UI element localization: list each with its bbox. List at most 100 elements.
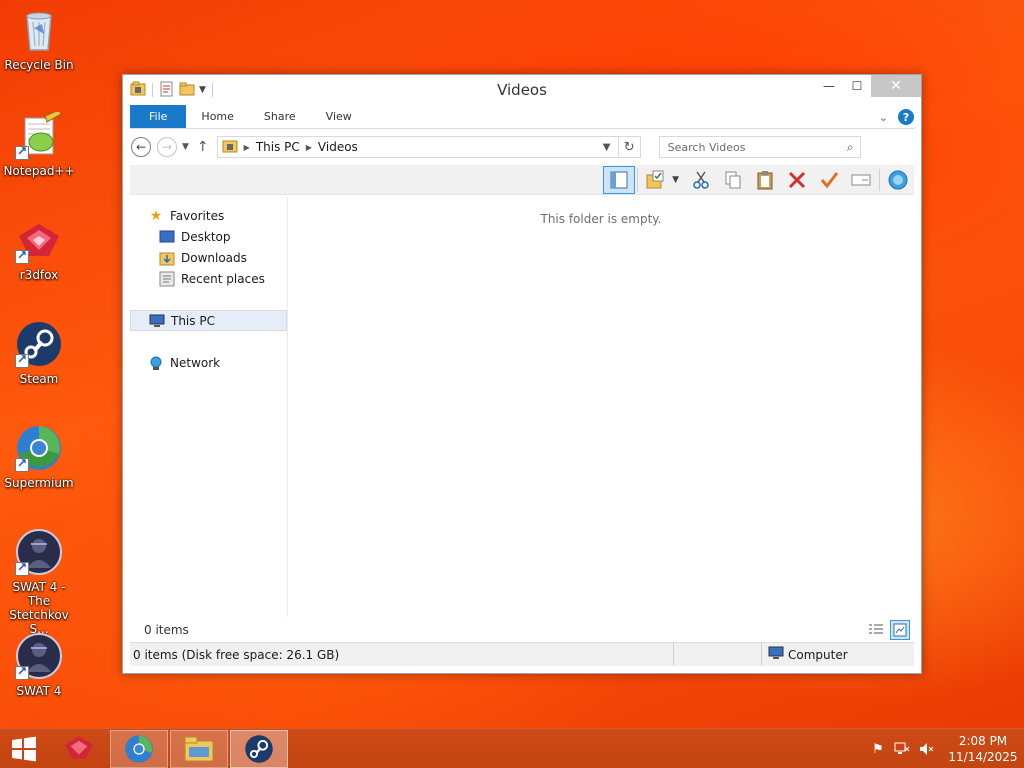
shortcut-arrow-icon <box>15 248 29 264</box>
taskbar-app-supermium[interactable] <box>110 729 168 768</box>
explorer-window: ▼ Videos — ☐ ✕ File Home Share View ⌄ ? … <box>122 74 922 674</box>
navigation-pane-button[interactable] <box>603 165 636 194</box>
tab-view[interactable]: View <box>311 105 367 128</box>
desktop-icon-supermium[interactable]: Supermium <box>2 424 76 490</box>
status-spacer <box>674 643 762 666</box>
share-button[interactable] <box>882 166 914 194</box>
supermium-icon <box>15 424 63 472</box>
nav-item-recent-places[interactable]: Recent places <box>130 268 287 289</box>
folder-options-chevron-icon[interactable]: ▼ <box>672 175 679 185</box>
paste-button[interactable] <box>749 166 781 194</box>
network-status-icon[interactable] <box>890 742 914 756</box>
explorer-icon[interactable] <box>130 81 146 100</box>
volume-muted-icon[interactable] <box>914 742 938 756</box>
properties-panel-icon <box>851 174 871 185</box>
action-center-flag-icon[interactable]: ⚑ <box>866 742 890 757</box>
maximize-button[interactable]: ☐ <box>843 75 871 97</box>
status-zone: Computer <box>762 645 848 664</box>
nav-item-favorites[interactable]: ★ Favorites <box>130 205 287 226</box>
forward-button[interactable]: → <box>156 136 178 158</box>
breadcrumb-this-pc[interactable]: This PC <box>256 140 300 154</box>
help-icon[interactable]: ? <box>898 109 914 125</box>
desktop-icon-label: r3dfox <box>19 268 59 282</box>
status-disk-space: 0 items (Disk free space: 26.1 GB) <box>130 643 674 666</box>
taskbar-app-r3dfox[interactable] <box>50 730 108 768</box>
tab-file[interactable]: File <box>130 105 187 128</box>
taskbar: ⚑ 2:08 PM 11/14/2025 <box>0 728 1024 768</box>
nav-item-label: Recent places <box>181 271 265 286</box>
search-icon[interactable]: ⌕ <box>847 140 854 155</box>
new-folder-icon[interactable] <box>179 81 195 100</box>
recent-locations-chevron-icon[interactable]: ▼ <box>182 142 189 152</box>
swat4-icon <box>15 632 63 680</box>
up-button[interactable]: ↑ <box>197 139 209 155</box>
desktop-icon-label: Recycle Bin <box>4 58 74 72</box>
ribbon-right-controls: ⌄ ? <box>879 105 914 129</box>
taskbar-app-steam[interactable] <box>230 729 288 768</box>
desktop-icon-label: SWAT 4 <box>16 684 62 698</box>
checkmark-icon <box>820 171 839 188</box>
properties-icon[interactable] <box>159 81 175 100</box>
large-icons-view-button[interactable] <box>890 620 910 640</box>
supermium-icon <box>125 734 153 763</box>
back-button[interactable]: ← <box>130 136 152 158</box>
rename-button[interactable] <box>813 166 845 194</box>
search-input[interactable] <box>667 140 828 154</box>
properties-button[interactable] <box>845 166 877 194</box>
expand-ribbon-chevron-icon[interactable]: ⌄ <box>879 111 888 124</box>
close-button[interactable]: ✕ <box>871 75 921 97</box>
desktop-icon-recycle-bin[interactable]: Recycle Bin <box>2 6 76 72</box>
nav-item-downloads[interactable]: Downloads <box>130 247 287 268</box>
command-toolbar: ▼ <box>130 165 914 195</box>
desktop-icon-r3dfox[interactable]: r3dfox <box>2 216 76 282</box>
shortcut-arrow-icon <box>15 144 29 160</box>
file-list-pane[interactable]: This folder is empty. <box>288 197 914 617</box>
desktop-folder-icon <box>159 229 175 245</box>
desktop-icon-steam[interactable]: Steam <box>2 320 76 386</box>
window-title: Videos <box>497 81 547 99</box>
breadcrumb-arrow-icon[interactable]: ▶ <box>244 143 250 152</box>
minimize-button[interactable]: — <box>815 75 843 97</box>
cut-button[interactable] <box>685 166 717 194</box>
desktop-icon-label: Notepad++ <box>3 164 75 178</box>
address-dropdown-chevron-icon[interactable]: ▼ <box>598 137 616 157</box>
nav-item-network[interactable]: Network <box>130 352 287 373</box>
breadcrumb-videos[interactable]: Videos <box>318 140 358 154</box>
delete-button[interactable] <box>781 166 813 194</box>
forward-arrow-icon: → <box>157 137 177 157</box>
start-button[interactable] <box>0 729 48 768</box>
select-folder-button[interactable] <box>640 166 672 194</box>
details-view-icon <box>869 624 883 634</box>
title-bar: ▼ Videos — ☐ ✕ <box>123 75 921 105</box>
scissors-icon <box>693 171 709 189</box>
customize-qat-chevron-icon[interactable]: ▼ <box>199 85 206 95</box>
clock[interactable]: 2:08 PM 11/14/2025 <box>942 733 1024 765</box>
empty-folder-message: This folder is empty. <box>540 212 662 226</box>
address-field[interactable]: ▶ This PC ▶ Videos ▼ ↻ <box>216 136 641 158</box>
breadcrumb-arrow-icon[interactable]: ▶ <box>306 143 312 152</box>
copy-icon <box>725 171 741 188</box>
quick-access-toolbar: ▼ <box>123 81 215 100</box>
downloads-folder-icon <box>159 250 175 266</box>
desktop-icon-swat4-stetchkov[interactable]: SWAT 4 - The Stetchkov S... <box>2 528 76 636</box>
nav-item-this-pc[interactable]: This PC <box>130 310 287 331</box>
details-view-button[interactable] <box>866 620 886 640</box>
folder-check-icon <box>646 170 664 188</box>
copy-button[interactable] <box>717 166 749 194</box>
desktop-icon-swat4[interactable]: SWAT 4 <box>2 632 76 698</box>
desktop-icon-label: Supermium <box>4 476 74 490</box>
navigation-pane: ★ Favorites Desktop Downloads Recent pla… <box>130 197 288 617</box>
tab-share[interactable]: Share <box>249 105 311 128</box>
notepadpp-icon <box>15 109 63 160</box>
nav-item-label: Favorites <box>170 208 225 223</box>
tab-home[interactable]: Home <box>186 105 248 128</box>
share-bubble-icon <box>888 170 908 189</box>
refresh-icon[interactable]: ↻ <box>617 137 640 157</box>
clock-time: 2:08 PM <box>958 734 1008 748</box>
nav-item-desktop[interactable]: Desktop <box>130 226 287 247</box>
divider <box>637 168 639 191</box>
desktop-icon-notepadpp[interactable]: Notepad++ <box>2 109 76 178</box>
window-controls: — ☐ ✕ <box>815 75 921 97</box>
taskbar-app-file-explorer[interactable] <box>170 729 228 768</box>
